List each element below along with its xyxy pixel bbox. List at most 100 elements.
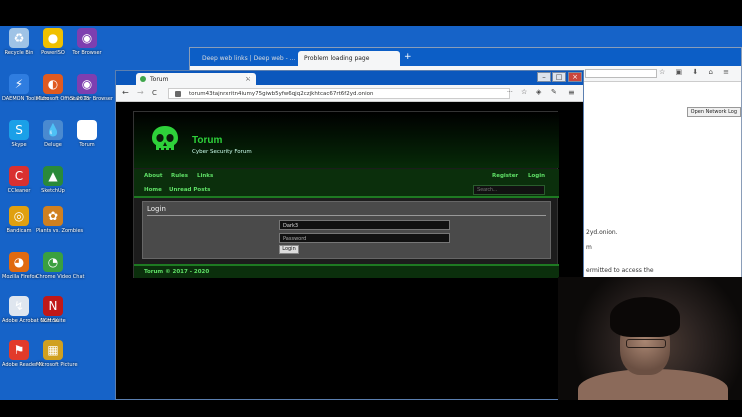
poweriso-icon: ● <box>43 28 63 48</box>
desktop-shortcut-label: DAEMON Tools Lite <box>2 96 50 102</box>
login-button[interactable]: Login <box>279 245 299 254</box>
top-letterbox <box>0 0 742 26</box>
desktop-shortcut[interactable]: ⚡ DAEMON Tools Lite <box>2 74 50 102</box>
desktop-shortcut[interactable]: ▦ Microsoft Picture <box>36 340 78 368</box>
skype-icon: S <box>9 120 29 140</box>
desktop-shortcut-label: Microsoft Office 2013 <box>36 96 90 102</box>
desktop-shortcut[interactable]: ● PowerISO <box>36 28 70 56</box>
desktop-shortcut-label: NCH Suite <box>40 318 66 324</box>
background-search-field[interactable] <box>585 69 657 78</box>
nav-rules-link[interactable]: Rules <box>171 173 188 179</box>
nav-home-link[interactable]: Home <box>144 187 162 193</box>
new-tab-button[interactable]: + <box>398 51 418 66</box>
desktop-shortcut[interactable]: C CCleaner <box>2 166 36 194</box>
desktop-shortcut[interactable]: 💧 Deluge <box>36 120 70 148</box>
desktop-shortcut-label: Mozilla Firefox <box>2 274 38 280</box>
tor-browser-window[interactable]: Torum × + – □ × ← → C torum43tajnrxritn4… <box>115 70 584 400</box>
desktop-shortcut-label: Bandicam <box>6 228 32 234</box>
desktop-shortcut-label: Chrome Video Chat <box>36 274 85 280</box>
desktop-shortcut-label: PowerISO <box>41 50 65 56</box>
desktop-shortcut[interactable]: N NCH Suite <box>36 296 70 324</box>
plants-vs-zombies-icon: ✿ <box>43 206 63 226</box>
desktop-shortcut-label: Tor Browser <box>72 50 102 56</box>
desktop-shortcut[interactable]: ◉ Tor Browser <box>70 28 104 56</box>
desktop-shortcut[interactable]: S Skype <box>2 120 36 148</box>
desktop-shortcut[interactable]: ♻ Recycle Bin <box>2 28 36 56</box>
open-network-log-tooltip: Open Network Log <box>686 107 741 117</box>
forum-header: Torum Cyber Security Forum <box>134 112 559 168</box>
tor-browser-icon: ◉ <box>77 28 97 48</box>
page-actions-icon[interactable]: ··· <box>507 89 513 96</box>
tab-torum[interactable]: Torum × <box>136 73 256 85</box>
nav-register-link[interactable]: Register <box>492 173 518 179</box>
desktop-shortcut[interactable]: ↯ Adobe Acrobat Control <box>2 296 58 324</box>
desktop-shortcut-label: Deluge <box>44 142 62 148</box>
desktop-shortcut[interactable]: ⚑ Adobe Reader XI <box>2 340 44 368</box>
close-window-button[interactable]: × <box>568 72 582 82</box>
desktop-shortcut-label: Recycle Bin <box>4 50 34 56</box>
nav-login-link[interactable]: Login <box>528 173 545 179</box>
webcam-person-glasses <box>626 339 666 348</box>
forward-arrow-icon[interactable]: → <box>137 88 144 97</box>
desktop-shortcut[interactable]: ✿ Plants vs. Zombies <box>36 206 84 234</box>
adobe-reader-icon: ⚑ <box>9 340 29 360</box>
nch-icon: N <box>43 296 63 316</box>
forum-primary-nav: About Rules Links Register Login <box>134 169 559 183</box>
background-tab-problem[interactable]: Problem loading page <box>298 51 400 66</box>
footer-copyright: Torum © 2017 - 2020 <box>144 269 210 275</box>
desktop-shortcut[interactable]: ▲ SketchUp <box>36 166 70 194</box>
background-text-line: 2yd.onion. <box>586 229 618 236</box>
url-text: torum43tajnrxritn4iumy75giwb5yfw6qjq2czj… <box>189 91 374 97</box>
desktop-shortcut-label: SketchUp <box>41 188 65 194</box>
desktop-shortcut[interactable]: ◉ Start Tor Browser <box>70 74 113 102</box>
minimize-button[interactable]: – <box>537 72 551 82</box>
background-tab-deepweb[interactable]: Deep web links | Deep web - ... <box>196 51 301 66</box>
new-tab-button[interactable]: + <box>245 72 253 82</box>
forum-search-input[interactable] <box>473 185 545 195</box>
mozilla-firefox-icon: ◕ <box>9 252 29 272</box>
desktop-shortcut[interactable]: ◐ Microsoft Office 2013 <box>36 74 90 102</box>
window-titlebar[interactable]: Torum × + – □ × <box>116 71 583 85</box>
back-arrow-icon[interactable]: ← <box>122 88 129 97</box>
desktop-shortcut[interactable]: ◎ Bandicam <box>2 206 36 234</box>
desktop-shortcut[interactable]: ◕ Mozilla Firefox <box>2 252 38 280</box>
skull-logo-icon <box>152 126 178 152</box>
forum-subtitle: Cyber Security Forum <box>192 149 252 155</box>
desktop-shortcut-label: Skype <box>11 142 27 148</box>
onion-lock-icon <box>175 91 181 97</box>
torum-file-icon: ▤ <box>77 120 97 140</box>
desktop-shortcut-label: Start Tor Browser <box>70 96 113 102</box>
maximize-button[interactable]: □ <box>552 72 566 82</box>
forum-title[interactable]: Torum <box>192 135 222 146</box>
menu-icon[interactable]: ≡ <box>568 88 575 97</box>
desktop-shortcut[interactable]: ◔ Chrome Video Chat <box>36 252 85 280</box>
ms-office-icon: ◐ <box>43 74 63 94</box>
desktop-shortcut-label: Microsoft Picture <box>36 362 78 368</box>
nav-about-link[interactable]: About <box>144 173 163 179</box>
desktop-shortcut-label: Torum <box>79 142 95 148</box>
sketchup-icon: ▲ <box>43 166 63 186</box>
webcam-overlay <box>558 277 742 400</box>
address-bar[interactable]: torum43tajnrxritn4iumy75giwb5yfw6qjq2czj… <box>168 88 510 99</box>
nav-unread-posts-link[interactable]: Unread Posts <box>169 187 210 193</box>
desktop-shortcut-label: Plants vs. Zombies <box>36 228 84 234</box>
forum-secondary-nav: Home Unread Posts <box>134 183 559 198</box>
bottom-letterbox <box>0 400 742 417</box>
desktop-shortcut-label: Adobe Reader XI <box>2 362 44 368</box>
password-field[interactable]: Password <box>279 233 450 243</box>
bandicam-icon: ◎ <box>9 206 29 226</box>
reload-icon[interactable]: C <box>152 89 157 97</box>
background-toolbar-icons[interactable]: ☆ ▣ ⬇ ⌂ ≡ <box>659 68 733 76</box>
torum-favicon-icon <box>140 76 146 82</box>
desktop-shortcut[interactable]: ▤ Torum <box>70 120 104 148</box>
bookmark-star-icon[interactable]: ☆ <box>521 88 527 96</box>
username-field[interactable]: Dark3 <box>279 220 450 230</box>
shield-icon[interactable]: ◈ <box>536 88 541 96</box>
background-tab-strip: Deep web links | Deep web - ... Problem … <box>190 48 741 66</box>
noscript-icon[interactable]: ✎ <box>551 88 557 96</box>
webcam-person-hair <box>610 297 680 337</box>
background-text-line: m <box>586 244 592 251</box>
nav-links-link[interactable]: Links <box>197 173 213 179</box>
recycle-bin-icon: ♻ <box>9 28 29 48</box>
start-tor-browser-icon: ◉ <box>77 74 97 94</box>
